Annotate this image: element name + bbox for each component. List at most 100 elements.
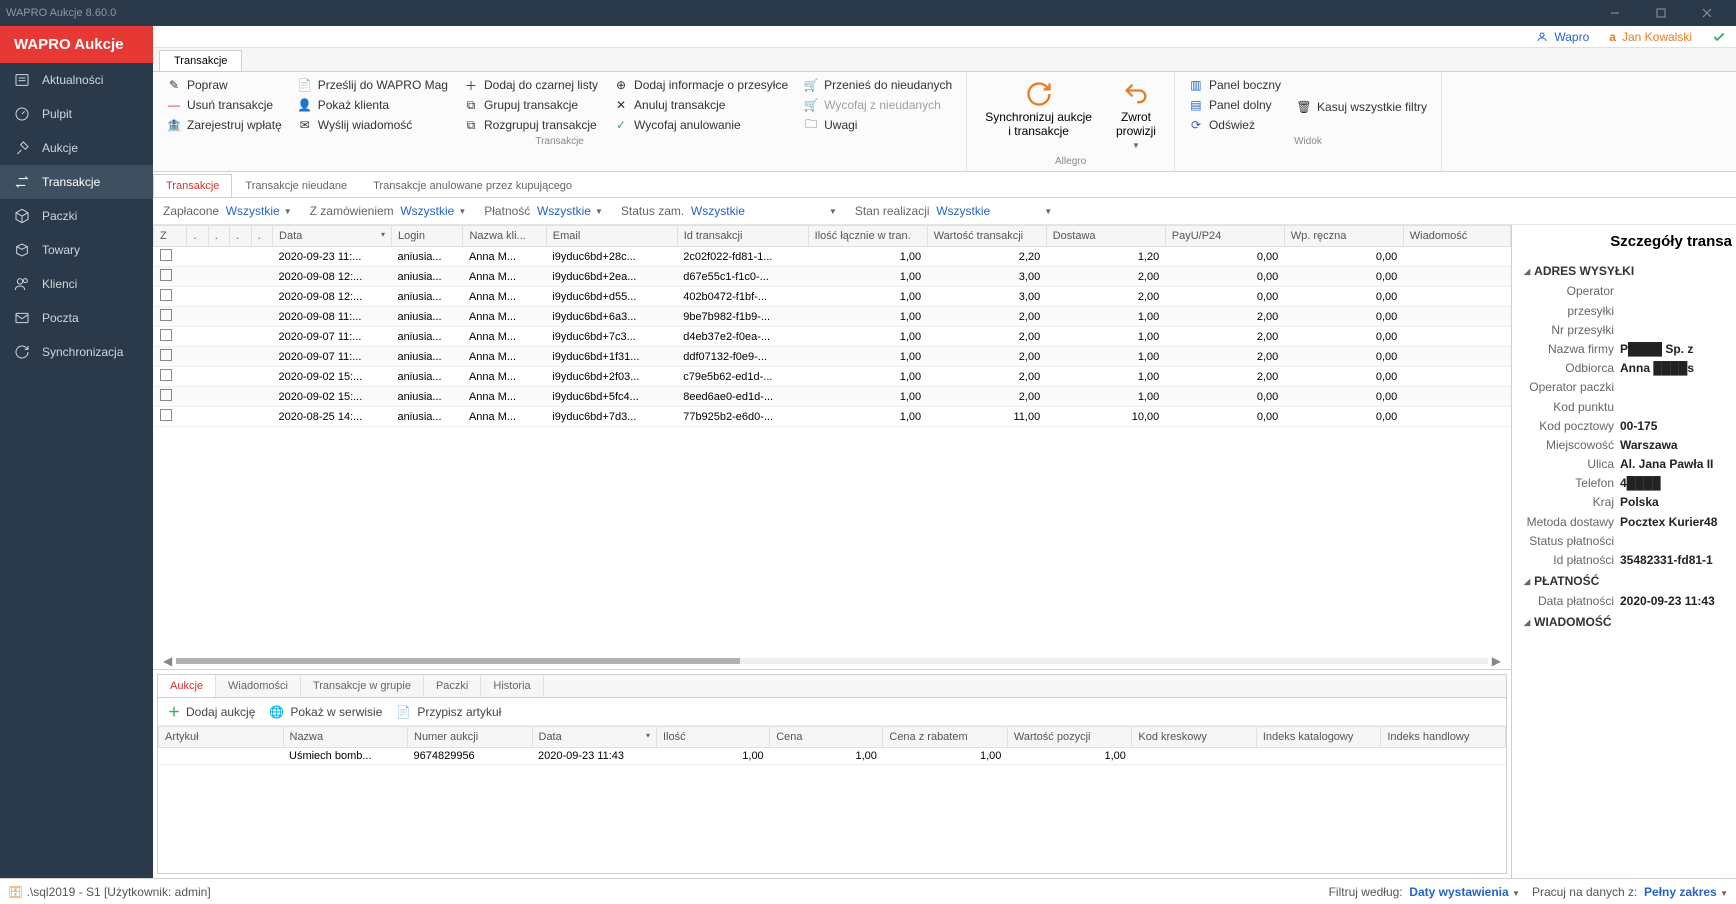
column-header[interactable]: Numer aukcji	[408, 727, 533, 748]
ribbon-undo-cancel[interactable]: ✓Wycofaj anulowanie	[608, 116, 794, 134]
sidebar-item-news[interactable]: Aktualności	[0, 63, 153, 97]
sidebar-item-auctions[interactable]: Aukcje	[0, 131, 153, 165]
row-checkbox[interactable]	[160, 369, 172, 381]
column-header[interactable]: PayU/P24	[1165, 226, 1284, 247]
row-checkbox[interactable]	[160, 249, 172, 261]
bottom-tab-4[interactable]: Historia	[481, 675, 543, 697]
ribbon-send-message[interactable]: ✉Wyślij wiadomość	[292, 116, 454, 134]
filter-realization-combo[interactable]: Wszystkie ▼	[936, 204, 1052, 218]
table-row[interactable]: 2020-09-08 11:...aniusia...Anna M...i9yd…	[154, 307, 1511, 327]
ribbon-delete-transactions[interactable]: —Usuń transakcje	[161, 96, 288, 114]
sidebar-item-mail[interactable]: Poczta	[0, 301, 153, 335]
ribbon-blacklist[interactable]: ＋Dodaj do czarnej listy	[458, 76, 604, 94]
main-tab-transactions[interactable]: Transakcje	[159, 50, 242, 71]
ribbon-side-panel[interactable]: ▥Panel boczny	[1183, 76, 1287, 94]
bottom-assign-article[interactable]: 📄Przypisz artykuł	[396, 705, 501, 719]
transactions-grid[interactable]: Z....Data ▾LoginNazwa kli...EmailId tran…	[153, 225, 1511, 427]
ribbon-sync-auctions[interactable]: Synchronizuj aukcje i transakcje	[975, 76, 1102, 154]
sidebar-item-dashboard[interactable]: Pulpit	[0, 97, 153, 131]
column-header[interactable]: Login	[392, 226, 463, 247]
detail-section-message[interactable]: ◢ WIADOMOŚĆ	[1524, 611, 1736, 633]
row-checkbox[interactable]	[160, 349, 172, 361]
column-header[interactable]: Cena	[770, 727, 883, 748]
status-data-combo[interactable]: Pełny zakres ▼	[1644, 885, 1728, 899]
ribbon-refresh[interactable]: ⟳Odśwież	[1183, 116, 1287, 134]
column-header[interactable]: Data ▾	[532, 727, 657, 748]
table-row[interactable]: 2020-09-07 11:...aniusia...Anna M...i9yd…	[154, 347, 1511, 367]
table-row[interactable]: 2020-08-25 14:...aniusia...Anna M...i9yd…	[154, 407, 1511, 427]
column-header[interactable]: Wp. ręczna	[1284, 226, 1403, 247]
column-header[interactable]: Ilość	[657, 727, 770, 748]
auctions-grid[interactable]: ArtykułNazwaNumer aukcjiData ▾IlośćCenaC…	[158, 726, 1506, 765]
column-header[interactable]: Wartość transakcji	[927, 226, 1046, 247]
filter-order-combo[interactable]: Wszystkie ▼	[400, 204, 466, 218]
column-header[interactable]: Nazwa	[283, 727, 408, 748]
ribbon-edit[interactable]: ✎Popraw	[161, 76, 288, 94]
table-row[interactable]: 2020-09-08 12:...aniusia...Anna M...i9yd…	[154, 267, 1511, 287]
ribbon-move-failed[interactable]: 🛒Przenieś do nieudanych	[798, 76, 958, 94]
sidebar-item-goods[interactable]: Towary	[0, 233, 153, 267]
table-row[interactable]: 2020-09-23 11:...aniusia...Anna M...i9yd…	[154, 247, 1511, 267]
ribbon-refund-commission[interactable]: Zwrot prowizji ▼	[1106, 76, 1166, 154]
table-row[interactable]: 2020-09-07 11:...aniusia...Anna M...i9yd…	[154, 327, 1511, 347]
column-header[interactable]: Data ▾	[273, 226, 392, 247]
ribbon-notes[interactable]: 🗀Uwagi	[798, 116, 958, 134]
ribbon-cancel-transactions[interactable]: ✕Anuluj transakcje	[608, 96, 794, 114]
row-checkbox[interactable]	[160, 329, 172, 341]
column-header[interactable]: .	[230, 226, 251, 247]
bottom-tab-2[interactable]: Transakcje w grupie	[301, 675, 424, 697]
close-button[interactable]	[1684, 0, 1730, 26]
table-row[interactable]: Uśmiech bomb...96748299562020-09-23 11:4…	[159, 748, 1506, 765]
column-header[interactable]: Wartość pozycji	[1007, 727, 1132, 748]
bottom-show-service[interactable]: 🌐Pokaż w serwisie	[269, 705, 382, 719]
horizontal-scrollbar[interactable]: ◀ ▶	[153, 653, 1511, 669]
detail-section-payment[interactable]: ◢ PŁATNOŚĆ	[1524, 570, 1736, 592]
column-header[interactable]: Ilość łącznie w tran.	[808, 226, 927, 247]
column-header[interactable]: Z	[154, 226, 187, 247]
column-header[interactable]: Dostawa	[1046, 226, 1165, 247]
bottom-tab-1[interactable]: Wiadomości	[216, 675, 301, 697]
ribbon-add-shipping-info[interactable]: ⊕Dodaj informacje o przesyłce	[608, 76, 794, 94]
row-checkbox[interactable]	[160, 309, 172, 321]
table-row[interactable]: 2020-09-02 15:...aniusia...Anna M...i9yd…	[154, 387, 1511, 407]
column-header[interactable]: Id transakcji	[677, 226, 808, 247]
column-header[interactable]: Wiadomość	[1403, 226, 1510, 247]
sidebar-item-sync[interactable]: Synchronizacja	[0, 335, 153, 369]
filter-payment-combo[interactable]: Wszystkie ▼	[537, 204, 603, 218]
bottom-add-auction[interactable]: ＋Dodaj aukcję	[168, 703, 255, 720]
table-row[interactable]: 2020-09-08 12:...aniusia...Anna M...i9yd…	[154, 287, 1511, 307]
ribbon-group[interactable]: ⧉Grupuj transakcje	[458, 96, 604, 114]
minimize-button[interactable]	[1592, 0, 1638, 26]
sidebar-item-transactions[interactable]: Transakcje	[0, 165, 153, 199]
wapro-user-chip[interactable]: Wapro	[1536, 30, 1589, 44]
column-header[interactable]: .	[187, 226, 208, 247]
status-filter-combo[interactable]: Daty wystawienia ▼	[1409, 885, 1520, 899]
sidebar-item-packages[interactable]: Paczki	[0, 199, 153, 233]
ribbon-register-payment[interactable]: 🏦Zarejestruj wpłatę	[161, 116, 288, 134]
ribbon-ungroup[interactable]: ⧉Rozgrupuj transakcje	[458, 116, 604, 134]
column-header[interactable]: Cena z rabatem	[883, 727, 1008, 748]
sidebar-item-clients[interactable]: Klienci	[0, 267, 153, 301]
maximize-button[interactable]	[1638, 0, 1684, 26]
detail-section-ship[interactable]: ◢ ADRES WYSYŁKI	[1524, 260, 1736, 282]
filter-paid-combo[interactable]: Wszystkie ▼	[226, 204, 292, 218]
row-checkbox[interactable]	[160, 289, 172, 301]
column-header[interactable]: .	[208, 226, 229, 247]
bottom-tab-3[interactable]: Paczki	[424, 675, 481, 697]
ribbon-clear-filters[interactable]: 🗑Kasuj wszystkie filtry	[1291, 98, 1433, 116]
allegro-user-chip[interactable]: a Jan Kowalski	[1609, 30, 1692, 44]
row-checkbox[interactable]	[160, 269, 172, 281]
sub-tab-0[interactable]: Transakcje	[153, 174, 232, 197]
filter-status-combo[interactable]: Wszystkie ▼	[691, 204, 837, 218]
column-header[interactable]: .	[251, 226, 272, 247]
ribbon-send-mag[interactable]: 📄Prześlij do WAPRO Mag	[292, 76, 454, 94]
column-header[interactable]: Indeks katalogowy	[1256, 727, 1381, 748]
scroll-right-icon[interactable]: ▶	[1488, 654, 1505, 668]
row-checkbox[interactable]	[160, 389, 172, 401]
row-checkbox[interactable]	[160, 409, 172, 421]
sub-tab-2[interactable]: Transakcje anulowane przez kupującego	[360, 174, 585, 197]
column-header[interactable]: Indeks handlowy	[1381, 727, 1506, 748]
bottom-tab-0[interactable]: Aukcje	[158, 675, 216, 697]
column-header[interactable]: Kod kreskowy	[1132, 727, 1257, 748]
ribbon-bottom-panel[interactable]: ▤Panel dolny	[1183, 96, 1287, 114]
